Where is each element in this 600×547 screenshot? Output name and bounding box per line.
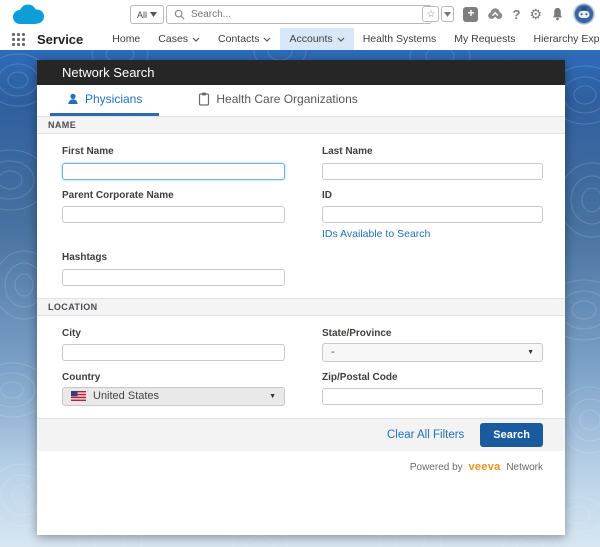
notifications-bell-icon[interactable] [551,7,564,21]
nav-item-label: Hierarchy Explorer [534,33,600,45]
tab-label: Health Care Organizations [216,92,357,106]
select-value: - [331,346,335,358]
search-button[interactable]: Search [480,423,543,447]
panel-whitespace [37,473,565,536]
zip-postal-code-input[interactable] [322,388,543,405]
state-province-select[interactable]: - ▼ [322,343,543,362]
nav-item-cases[interactable]: Cases [149,28,209,50]
name-form: First Name Last Name Parent Corporate Na… [37,134,565,298]
chevron-down-icon [337,37,345,42]
city-input[interactable] [62,344,285,361]
favorites-star-icon[interactable]: ☆ [422,6,439,22]
ids-available-link[interactable]: IDs Available to Search [322,228,430,240]
nav-item-label: My Requests [454,33,515,45]
nav-item-label: Cases [158,33,188,45]
nav-item-contacts[interactable]: Contacts [209,28,280,50]
search-box [166,5,432,24]
tab-health-care-organizations[interactable]: Health Care Organizations [181,85,374,116]
section-heading-label: LOCATION [48,302,98,312]
field-label: Hashtags [62,252,285,263]
clipboard-icon [198,92,210,106]
network-search-modal: Network Search Physicians Health Care Or… [37,60,565,535]
search-icon [174,9,185,20]
chevron-down-icon [192,37,200,42]
field-parent-corporate-name: Parent Corporate Name [62,190,285,243]
field-first-name: First Name [62,146,285,180]
header-utility-icons: ☆ + ? ⚙ [422,3,595,25]
field-last-name: Last Name [322,146,543,180]
first-name-input[interactable] [62,163,285,180]
modal-title-bar: Network Search [37,60,565,85]
section-heading-location: LOCATION [37,298,565,316]
app-launcher-waffle-icon[interactable] [12,33,25,46]
tab-physicians[interactable]: Physicians [50,85,159,116]
app-nav-bar: Service Home Cases Contacts Accounts Hea… [0,28,600,50]
select-value: United States [93,390,159,402]
field-label: Country [62,372,285,383]
favorites-caret-icon[interactable] [441,6,454,22]
field-zip-postal-code: Zip/Postal Code [322,372,543,406]
field-label: ID [322,190,543,201]
nav-item-label: Home [112,33,140,45]
nav-item-accounts[interactable]: Accounts [280,28,353,50]
favorites-group: ☆ [422,6,454,22]
setup-gear-icon[interactable]: ⚙ [529,7,542,21]
help-icon[interactable]: ? [512,7,520,22]
field-label: State/Province [322,328,543,339]
field-label: Zip/Postal Code [322,372,543,383]
search-scope-value: All [137,10,147,20]
nav-item-label: Contacts [218,33,259,45]
field-city: City [62,328,285,362]
quick-create-plus-icon[interactable]: + [463,7,478,22]
tab-label: Physicians [85,92,142,106]
field-label: First Name [62,146,285,157]
field-id: ID IDs Available to Search [322,190,543,243]
chevron-down-icon [263,37,271,42]
chevron-down-icon: ▼ [527,349,534,356]
section-heading-label: NAME [48,120,76,130]
global-search: All [130,5,432,24]
search-input[interactable] [191,9,424,20]
field-hashtags: Hashtags [62,252,285,286]
powered-by-suffix: Network [506,462,543,473]
powered-by: Powered by veeva Network [37,451,565,473]
parent-corporate-name-input[interactable] [62,206,285,223]
nav-item-home[interactable]: Home [103,28,149,50]
field-state-province: State/Province - ▼ [322,328,543,362]
screen: All ☆ + [0,0,600,547]
us-flag-icon [71,391,86,401]
entity-tabs: Physicians Health Care Organizations [37,85,565,116]
chevron-down-icon: ▼ [269,393,276,400]
clear-all-filters-link[interactable]: Clear All Filters [387,429,464,441]
user-avatar[interactable] [573,3,595,25]
modal-title: Network Search [62,65,154,80]
guidance-center-icon[interactable] [487,7,503,21]
field-label: City [62,328,285,339]
global-header: All ☆ + [0,0,600,28]
field-label: Last Name [322,146,543,157]
field-country: Country United States ▼ [62,372,285,406]
search-scope-dropdown[interactable]: All [130,5,164,24]
powered-by-prefix: Powered by [410,462,463,473]
location-form: City State/Province - ▼ Country [37,316,565,418]
nav-item-label: Health Systems [363,33,437,45]
field-label: Parent Corporate Name [62,190,285,201]
app-name: Service [37,32,83,47]
nav-item-hierarchy-explorer[interactable]: Hierarchy Explorer [525,28,600,50]
nav-item-health-systems[interactable]: Health Systems [354,28,446,50]
modal-footer: Clear All Filters Search [37,418,565,451]
last-name-input[interactable] [322,163,543,180]
nav-item-label: Accounts [289,33,332,45]
nav-item-my-requests[interactable]: My Requests [445,28,524,50]
veeva-logo: veeva [468,461,500,473]
section-heading-name: NAME [37,116,565,134]
chevron-down-icon [150,12,157,17]
salesforce-cloud-logo [10,3,46,31]
country-select[interactable]: United States ▼ [62,387,285,406]
id-input[interactable] [322,206,543,223]
hashtags-input[interactable] [62,269,285,286]
physician-person-icon [67,93,79,105]
